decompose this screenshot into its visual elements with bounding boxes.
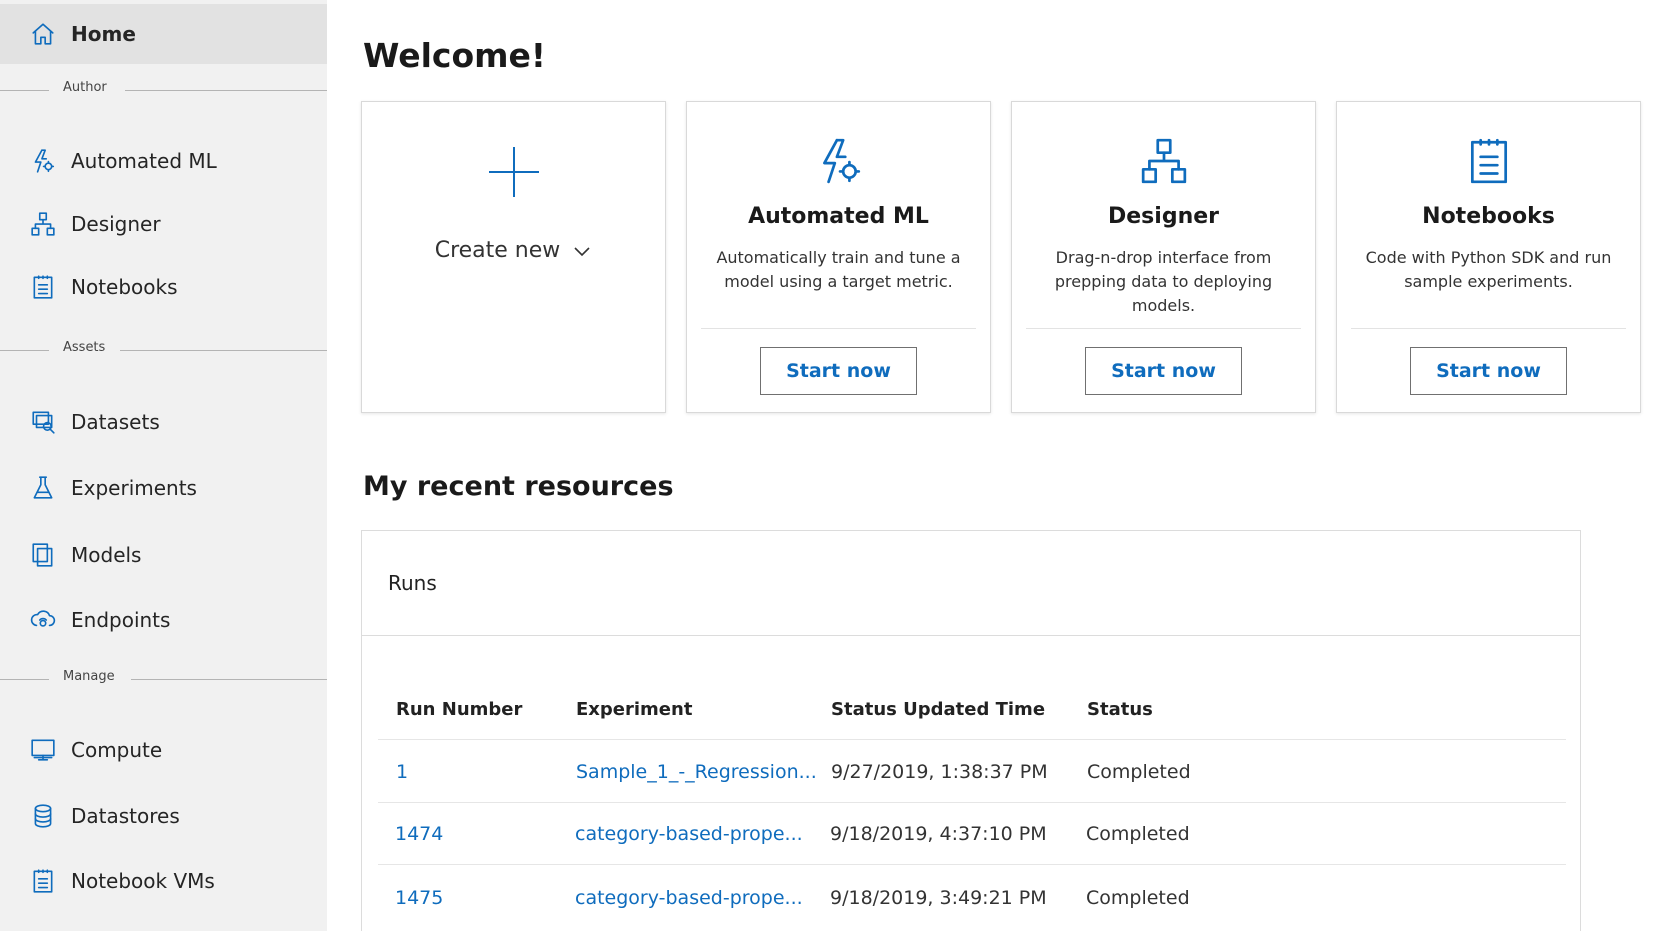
sidebar-item-automated-ml[interactable]: Automated ML bbox=[0, 131, 327, 191]
divider bbox=[0, 350, 49, 351]
plus-icon bbox=[362, 144, 665, 200]
table-row[interactable]: 1474 category-based-prope... 9/18/2019, … bbox=[362, 803, 1580, 865]
designer-card: Designer Drag-n-drop interface from prep… bbox=[1011, 101, 1316, 413]
section-label: Author bbox=[63, 80, 107, 95]
status-text: Completed bbox=[1086, 887, 1190, 909]
automated-ml-icon bbox=[30, 148, 56, 174]
designer-icon bbox=[1012, 136, 1315, 186]
sidebar-item-notebook-vms[interactable]: Notebook VMs bbox=[0, 851, 327, 911]
divider bbox=[1351, 328, 1626, 329]
experiment-link[interactable]: Sample_1_-_Regression... bbox=[576, 761, 817, 783]
run-number-link[interactable]: 1474 bbox=[395, 823, 443, 845]
sidebar-item-label: Notebooks bbox=[71, 275, 178, 299]
section-header-manage: Manage bbox=[0, 669, 327, 689]
notebook-icon bbox=[30, 274, 56, 300]
divider bbox=[378, 739, 1566, 740]
page-title: Welcome! bbox=[363, 36, 546, 75]
column-header-status-updated-time[interactable]: Status Updated Time bbox=[831, 699, 1045, 720]
sidebar-item-label: Datastores bbox=[71, 804, 180, 828]
sidebar-item-experiments[interactable]: Experiments bbox=[0, 458, 327, 518]
sidebar: Home Author Automated ML Designer Notebo… bbox=[0, 0, 327, 931]
database-icon bbox=[30, 803, 56, 829]
divider bbox=[378, 864, 1566, 865]
run-number-link[interactable]: 1475 bbox=[395, 887, 443, 909]
divider bbox=[701, 328, 976, 329]
start-now-button[interactable]: Start now bbox=[1085, 347, 1242, 395]
status-text: Completed bbox=[1086, 823, 1190, 845]
chevron-down-icon bbox=[574, 246, 590, 256]
divider bbox=[120, 350, 327, 351]
divider bbox=[125, 90, 327, 91]
designer-icon bbox=[30, 211, 56, 237]
sidebar-item-label: Experiments bbox=[71, 476, 197, 500]
sidebar-item-compute[interactable]: Compute bbox=[0, 720, 327, 780]
sidebar-item-label: Automated ML bbox=[71, 149, 217, 173]
card-description: Automatically train and tune a model usi… bbox=[716, 248, 961, 291]
create-new-card[interactable]: Create new bbox=[361, 101, 666, 413]
status-updated-time: 9/18/2019, 3:49:21 PM bbox=[830, 887, 1047, 909]
sidebar-item-label: Endpoints bbox=[71, 608, 171, 632]
sidebar-item-home[interactable]: Home bbox=[0, 4, 327, 64]
divider bbox=[0, 679, 49, 680]
column-header-experiment[interactable]: Experiment bbox=[576, 699, 692, 720]
experiment-link[interactable]: category-based-prope... bbox=[575, 887, 803, 909]
status-text: Completed bbox=[1087, 761, 1191, 783]
status-updated-time: 9/18/2019, 4:37:10 PM bbox=[830, 823, 1047, 845]
section-label: Assets bbox=[63, 340, 106, 355]
table-header: Run Number Experiment Status Updated Tim… bbox=[362, 691, 1580, 731]
notebook-icon bbox=[1337, 136, 1640, 186]
card-description: Code with Python SDK and run sample expe… bbox=[1365, 248, 1612, 291]
divider bbox=[1026, 328, 1301, 329]
card-description: Drag-n-drop interface from prepping data… bbox=[1054, 248, 1273, 315]
section-header-author: Author bbox=[0, 80, 327, 100]
sidebar-item-models[interactable]: Models bbox=[0, 525, 327, 585]
dataset-icon bbox=[30, 409, 56, 435]
models-icon bbox=[30, 542, 56, 568]
sidebar-item-endpoints[interactable]: Endpoints bbox=[0, 590, 327, 650]
endpoint-icon bbox=[30, 607, 56, 633]
notebooks-card: Notebooks Code with Python SDK and run s… bbox=[1336, 101, 1641, 413]
sidebar-item-notebooks[interactable]: Notebooks bbox=[0, 257, 327, 317]
column-header-status[interactable]: Status bbox=[1087, 699, 1153, 720]
runs-title: Runs bbox=[388, 571, 437, 595]
sidebar-item-datasets[interactable]: Datasets bbox=[0, 392, 327, 452]
card-title: Notebooks bbox=[1422, 204, 1555, 229]
runs-panel: Runs Run Number Experiment Status Update… bbox=[361, 530, 1581, 931]
card-title: Automated ML bbox=[748, 204, 929, 229]
create-new-label: Create new bbox=[434, 238, 561, 263]
start-now-button[interactable]: Start now bbox=[760, 347, 917, 395]
section-title-recent: My recent resources bbox=[363, 471, 674, 502]
sidebar-item-label: Designer bbox=[71, 212, 161, 236]
home-icon bbox=[30, 21, 56, 47]
sidebar-item-label: Datasets bbox=[71, 410, 160, 434]
sidebar-item-designer[interactable]: Designer bbox=[0, 194, 327, 254]
experiment-link[interactable]: category-based-prope... bbox=[575, 823, 803, 845]
sidebar-item-label: Models bbox=[71, 543, 142, 567]
section-header-assets: Assets bbox=[0, 340, 327, 360]
flask-icon bbox=[30, 475, 56, 501]
divider bbox=[131, 679, 327, 680]
sidebar-item-label: Compute bbox=[71, 738, 163, 762]
table-row[interactable]: 1475 category-based-prope... 9/18/2019, … bbox=[362, 867, 1580, 929]
monitor-icon bbox=[30, 737, 56, 763]
card-title: Designer bbox=[1108, 204, 1219, 229]
automated-ml-icon bbox=[687, 136, 990, 186]
status-updated-time: 9/27/2019, 1:38:37 PM bbox=[831, 761, 1048, 783]
start-now-button[interactable]: Start now bbox=[1410, 347, 1567, 395]
sidebar-item-label: Notebook VMs bbox=[71, 869, 215, 893]
create-new-dropdown[interactable]: Create new bbox=[362, 238, 665, 263]
section-label: Manage bbox=[63, 669, 115, 684]
divider bbox=[0, 90, 49, 91]
sidebar-item-datastores[interactable]: Datastores bbox=[0, 786, 327, 846]
sidebar-item-label: Home bbox=[71, 22, 136, 46]
run-number-link[interactable]: 1 bbox=[396, 761, 408, 783]
notebook-icon bbox=[30, 868, 56, 894]
table-row[interactable]: 1 Sample_1_-_Regression... 9/27/2019, 1:… bbox=[362, 741, 1580, 803]
column-header-run-number[interactable]: Run Number bbox=[396, 699, 522, 720]
automated-ml-card: Automated ML Automatically train and tun… bbox=[686, 101, 991, 413]
runs-header: Runs bbox=[362, 531, 1580, 636]
